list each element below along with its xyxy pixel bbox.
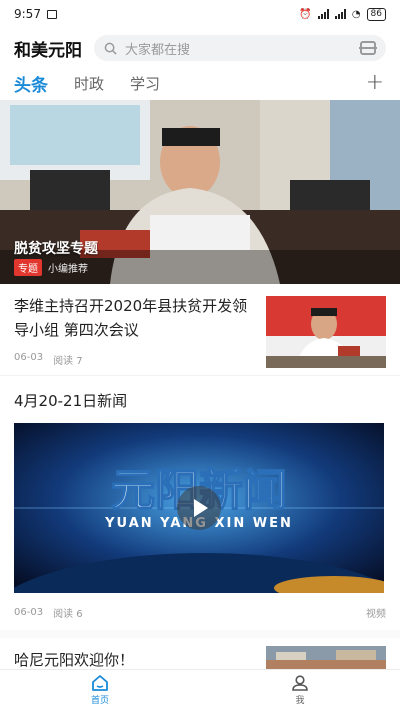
- news-title: 李维主持召开2020年县扶贫开发领导小组 第四次会议: [14, 297, 248, 339]
- news-item-partial[interactable]: 哈尼元阳欢迎你！: [0, 630, 400, 676]
- search-input[interactable]: 大家都在搜: [94, 35, 386, 61]
- search-placeholder: 大家都在搜: [125, 42, 191, 58]
- tab-headlines[interactable]: 头条: [14, 71, 48, 96]
- news-reads: 阅读 7: [53, 356, 83, 367]
- video-section-title: 4月20-21日新闻: [14, 392, 128, 410]
- notification-icon: [46, 9, 57, 19]
- banner-meta: 专题 小编推荐: [14, 259, 88, 276]
- category-tabs: 头条 时政 学习 +: [0, 68, 400, 98]
- battery-indicator: 86: [366, 7, 386, 21]
- tab-study[interactable]: 学习: [130, 73, 160, 94]
- search-icon: [104, 42, 117, 55]
- wifi-icon: ◔: [351, 8, 361, 20]
- bottom-nav: 首页 我: [0, 669, 400, 711]
- nav-me[interactable]: 我: [200, 670, 400, 711]
- news-item[interactable]: 李维主持召开2020年县扶贫开发领导小组 第四次会议 06-03 阅读 7: [0, 284, 400, 376]
- alarm-icon: ⏰: [299, 8, 312, 20]
- banner-title: 脱贫攻坚专题: [14, 241, 98, 257]
- nav-me-label: 我: [295, 696, 305, 706]
- status-time: 9:57: [14, 7, 41, 21]
- app-header: 和美元阳 大家都在搜: [0, 28, 400, 68]
- news-meta: 06-03 阅读 7: [14, 352, 83, 367]
- video-meta: 06-03 阅读 6 视频: [14, 593, 386, 630]
- add-tab-icon[interactable]: +: [366, 70, 384, 95]
- tab-politics[interactable]: 时政: [74, 73, 104, 94]
- signal-icon-2: [334, 9, 346, 19]
- user-icon: [292, 675, 308, 691]
- home-icon: [92, 675, 108, 691]
- recommend-label: 小编推荐: [48, 264, 88, 275]
- featured-banner[interactable]: 脱贫攻坚专题 专题 小编推荐: [0, 100, 400, 284]
- video-date: 06-03: [14, 607, 44, 618]
- video-type-label: 视频: [366, 609, 386, 620]
- nav-home-label: 首页: [90, 696, 109, 706]
- nav-home[interactable]: 首页: [0, 670, 200, 711]
- scan-icon[interactable]: [359, 41, 377, 55]
- video-reads: 阅读 6: [53, 609, 83, 620]
- news-thumbnail: [266, 296, 386, 368]
- app-title: 和美元阳: [14, 40, 82, 61]
- news-date: 06-03: [14, 352, 44, 363]
- signal-icon: [317, 9, 329, 19]
- topic-tag: 专题: [14, 259, 42, 276]
- play-button[interactable]: [177, 486, 221, 530]
- video-card[interactable]: 4月20-21日新闻 元阳新闻 YUAN YANG XIN WEN 06-03 …: [0, 376, 400, 630]
- status-bar: 9:57 ⏰ ◔ 86: [0, 0, 400, 28]
- video-player[interactable]: 元阳新闻 YUAN YANG XIN WEN: [14, 423, 384, 593]
